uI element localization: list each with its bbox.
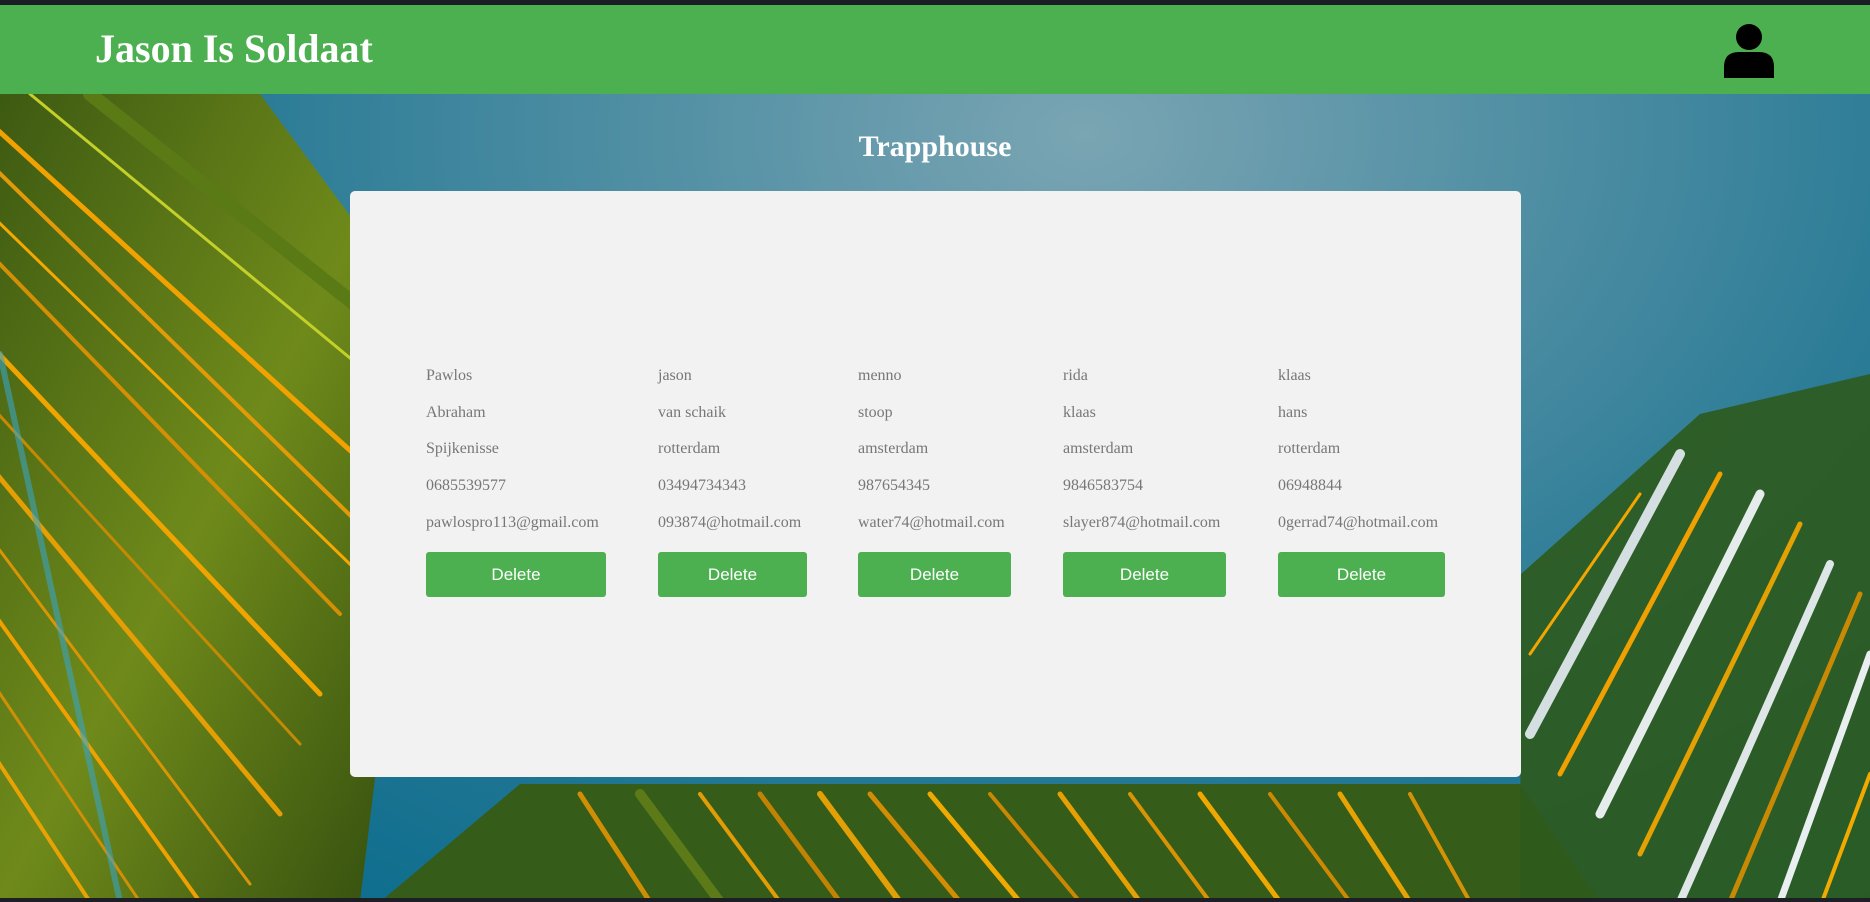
phone: 0685539577	[426, 477, 506, 494]
phone: 03494734343	[658, 477, 746, 494]
phone: 987654345	[858, 477, 930, 494]
email: water74@hotmail.com	[858, 514, 1005, 531]
delete-button[interactable]: Delete	[658, 552, 807, 597]
phone: 9846583754	[1063, 477, 1143, 494]
page-title: Trapphouse	[858, 130, 1012, 163]
delete-button[interactable]: Delete	[1063, 552, 1226, 597]
email: 0gerrad74@hotmail.com	[1278, 514, 1439, 531]
phone: 06948844	[1278, 477, 1342, 494]
delete-button[interactable]: Delete	[1278, 552, 1445, 597]
delete-button[interactable]: Delete	[858, 552, 1011, 597]
city: amsterdam	[1063, 440, 1134, 457]
delete-button[interactable]: Delete	[426, 552, 606, 597]
first-name: jason	[658, 367, 692, 384]
last-name: van schaik	[658, 404, 726, 421]
last-name: klaas	[1063, 404, 1096, 421]
user-icon[interactable]	[1721, 22, 1777, 78]
people-card: Pawlos Abraham Spijkenisse 0685539577 pa…	[350, 191, 1521, 777]
header-bar: Jason Is Soldaat	[0, 5, 1870, 94]
first-name: rida	[1063, 367, 1088, 384]
window-bottom-edge	[0, 898, 1870, 902]
first-name: menno	[858, 367, 902, 384]
email: 093874@hotmail.com	[658, 514, 802, 531]
last-name: stoop	[858, 404, 893, 421]
first-name: klaas	[1278, 367, 1311, 384]
email: pawlospro113@gmail.com	[426, 514, 599, 531]
city: amsterdam	[858, 440, 929, 457]
city: rotterdam	[658, 440, 721, 457]
page: Jason Is Soldaat Trapphouse Pawlos Abrah…	[0, 0, 1870, 902]
city: rotterdam	[1278, 440, 1341, 457]
email: slayer874@hotmail.com	[1063, 514, 1221, 531]
city: Spijkenisse	[426, 440, 499, 457]
last-name: Abraham	[426, 404, 486, 421]
first-name: Pawlos	[426, 367, 473, 384]
brand-title: Jason Is Soldaat	[95, 26, 373, 71]
last-name: hans	[1278, 404, 1308, 421]
